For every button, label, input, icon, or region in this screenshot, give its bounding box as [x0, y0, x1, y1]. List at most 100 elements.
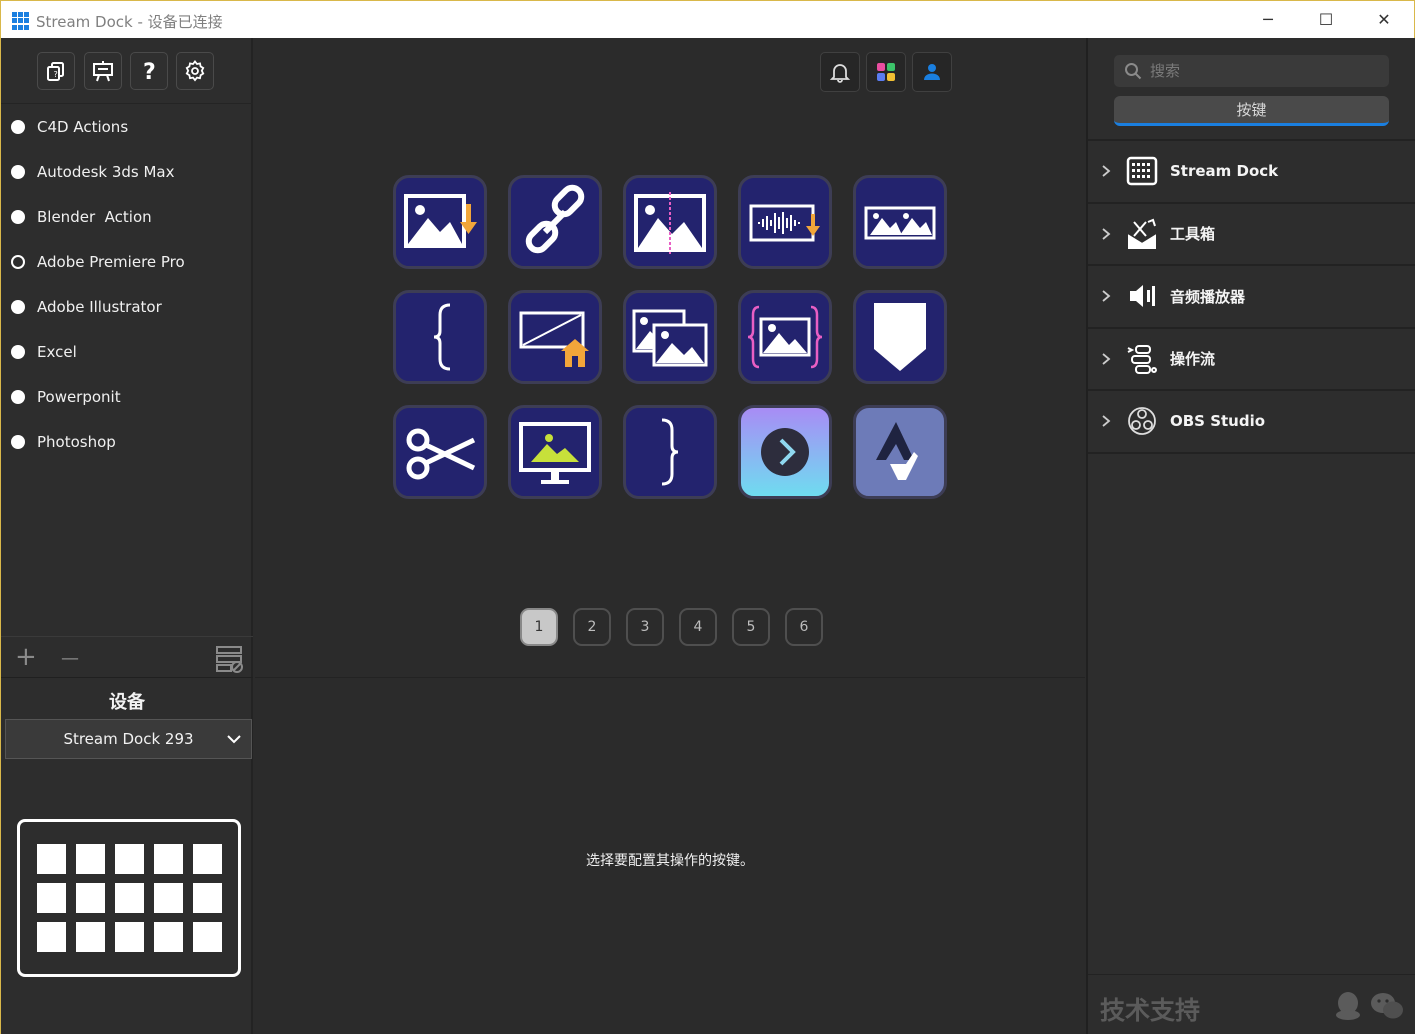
profile-status-dot: [11, 344, 25, 359]
profile-label: Adobe Illustrator: [37, 297, 162, 316]
image-import-icon: [404, 194, 477, 248]
category-audio-player[interactable]: 音频播放器: [1088, 266, 1415, 329]
workflow-icon: [1127, 344, 1157, 374]
image-split-icon: [634, 192, 706, 254]
profile-label: Excel: [37, 342, 77, 361]
category-label: 操作流: [1170, 350, 1216, 369]
key-13[interactable]: [623, 405, 717, 499]
key-14[interactable]: [738, 405, 832, 499]
device-select[interactable]: Stream Dock 293: [5, 719, 252, 759]
speaker-icon: [1130, 285, 1155, 308]
profile-label: C4D Actions: [37, 117, 129, 136]
key-15[interactable]: [853, 405, 947, 499]
profile-status-dot: [11, 434, 25, 449]
close-button[interactable]: ✕: [1355, 1, 1413, 39]
category-label: Stream Dock: [1170, 162, 1279, 181]
key-1[interactable]: [393, 175, 487, 269]
key-10[interactable]: [853, 290, 947, 384]
app-store-button[interactable]: [866, 52, 906, 92]
category-toolbox[interactable]: 工具箱: [1088, 204, 1415, 266]
bell-icon: [829, 64, 851, 83]
copy-icon: ?: [47, 62, 64, 81]
wechat-icon[interactable]: [1370, 992, 1404, 1020]
next-arrow-icon: [761, 428, 809, 476]
page-button[interactable]: 1: [520, 608, 558, 646]
chevron-right-icon: [1102, 353, 1111, 365]
page-button[interactable]: 5: [732, 608, 770, 646]
minimize-button[interactable]: ─: [1239, 1, 1297, 39]
link-icon: [525, 184, 585, 254]
page-button[interactable]: 3: [626, 608, 664, 646]
key-5[interactable]: [853, 175, 947, 269]
key-6[interactable]: [393, 290, 487, 384]
action-category-list: Stream Dock 工具箱 音频播放器 操作流 OBS Studio: [1088, 139, 1415, 454]
category-obs-studio[interactable]: OBS Studio: [1088, 391, 1415, 454]
obs-icon: [1128, 407, 1156, 436]
page-button[interactable]: 2: [573, 608, 611, 646]
profile-item[interactable]: Autodesk 3ds Max: [1, 149, 253, 194]
category-workflow[interactable]: 操作流: [1088, 329, 1415, 391]
apps-store-icon: [877, 63, 895, 81]
profile-label: Powerponit: [37, 387, 121, 406]
category-label: OBS Studio: [1170, 412, 1266, 431]
profile-status-dot: [11, 164, 25, 179]
profile-manager-icon[interactable]: [215, 645, 245, 673]
qq-icon[interactable]: [1334, 991, 1362, 1021]
device-select-value: Stream Dock 293: [63, 730, 194, 748]
marker-icon: [874, 303, 926, 371]
tech-support-bar: 技术支持: [1088, 974, 1415, 1034]
presentation-icon: [93, 61, 113, 82]
search-input[interactable]: [1150, 62, 1370, 80]
page-button[interactable]: 4: [679, 608, 717, 646]
profile-label: Adobe Premiere Pro: [37, 252, 185, 271]
chevron-right-icon: [1102, 165, 1111, 177]
profile-item[interactable]: Adobe Illustrator: [1, 284, 253, 329]
key-12[interactable]: [508, 405, 602, 499]
category-label: 工具箱: [1170, 225, 1216, 244]
scissors-icon: [406, 428, 476, 480]
key-7[interactable]: [508, 290, 602, 384]
left-toolbar: ? ?: [1, 38, 253, 104]
profile-item[interactable]: Photoshop: [1, 419, 253, 464]
profile-actions: + —: [1, 636, 253, 678]
toolbox-icon: [1128, 218, 1156, 249]
category-stream-dock[interactable]: Stream Dock: [1088, 141, 1415, 204]
key-2[interactable]: [508, 175, 602, 269]
key-11[interactable]: [393, 405, 487, 499]
profile-item-active[interactable]: Adobe Premiere Pro: [1, 239, 253, 284]
remove-profile-button[interactable]: —: [61, 647, 79, 671]
search-icon: [1125, 63, 1142, 80]
copy-button[interactable]: ?: [37, 52, 75, 90]
key-4[interactable]: [738, 175, 832, 269]
maximize-button[interactable]: ☐: [1297, 1, 1355, 39]
key-8[interactable]: [623, 290, 717, 384]
tab-keys[interactable]: 按键: [1114, 96, 1389, 126]
chevron-down-icon: [227, 735, 241, 744]
notifications-button[interactable]: [820, 52, 860, 92]
page-button[interactable]: 6: [785, 608, 823, 646]
key-9[interactable]: [738, 290, 832, 384]
app-logo-icon: [12, 12, 30, 30]
bracket-left-icon: [433, 303, 451, 371]
profile-item[interactable]: Powerponit: [1, 374, 253, 419]
settings-button[interactable]: [176, 52, 214, 90]
device-preview: [17, 819, 241, 977]
profile-label: Autodesk 3ds Max: [37, 162, 175, 181]
presentation-button[interactable]: [84, 52, 122, 90]
main-canvas: 1 2 3 4 5 6 选择要配置其操作的按键。: [255, 38, 1085, 1034]
device-section-title: 设备: [109, 692, 145, 713]
help-button[interactable]: ?: [130, 52, 168, 90]
add-profile-button[interactable]: +: [15, 644, 37, 670]
profile-status-dot: [11, 389, 25, 404]
profile-status-dot: [11, 209, 25, 224]
account-button[interactable]: [912, 52, 952, 92]
profile-item[interactable]: C4D Actions: [1, 104, 253, 149]
profile-item[interactable]: Excel: [1, 329, 253, 374]
key-3[interactable]: [623, 175, 717, 269]
tech-support-label: 技术支持: [1100, 996, 1201, 1025]
config-hint-text: 选择要配置其操作的按键。: [586, 853, 754, 869]
audio-import-icon: [749, 204, 820, 242]
svg-text:?: ?: [54, 70, 58, 79]
profile-item[interactable]: Blender Action: [1, 194, 253, 239]
page-navigation: 1 2 3 4 5 6: [520, 608, 823, 646]
